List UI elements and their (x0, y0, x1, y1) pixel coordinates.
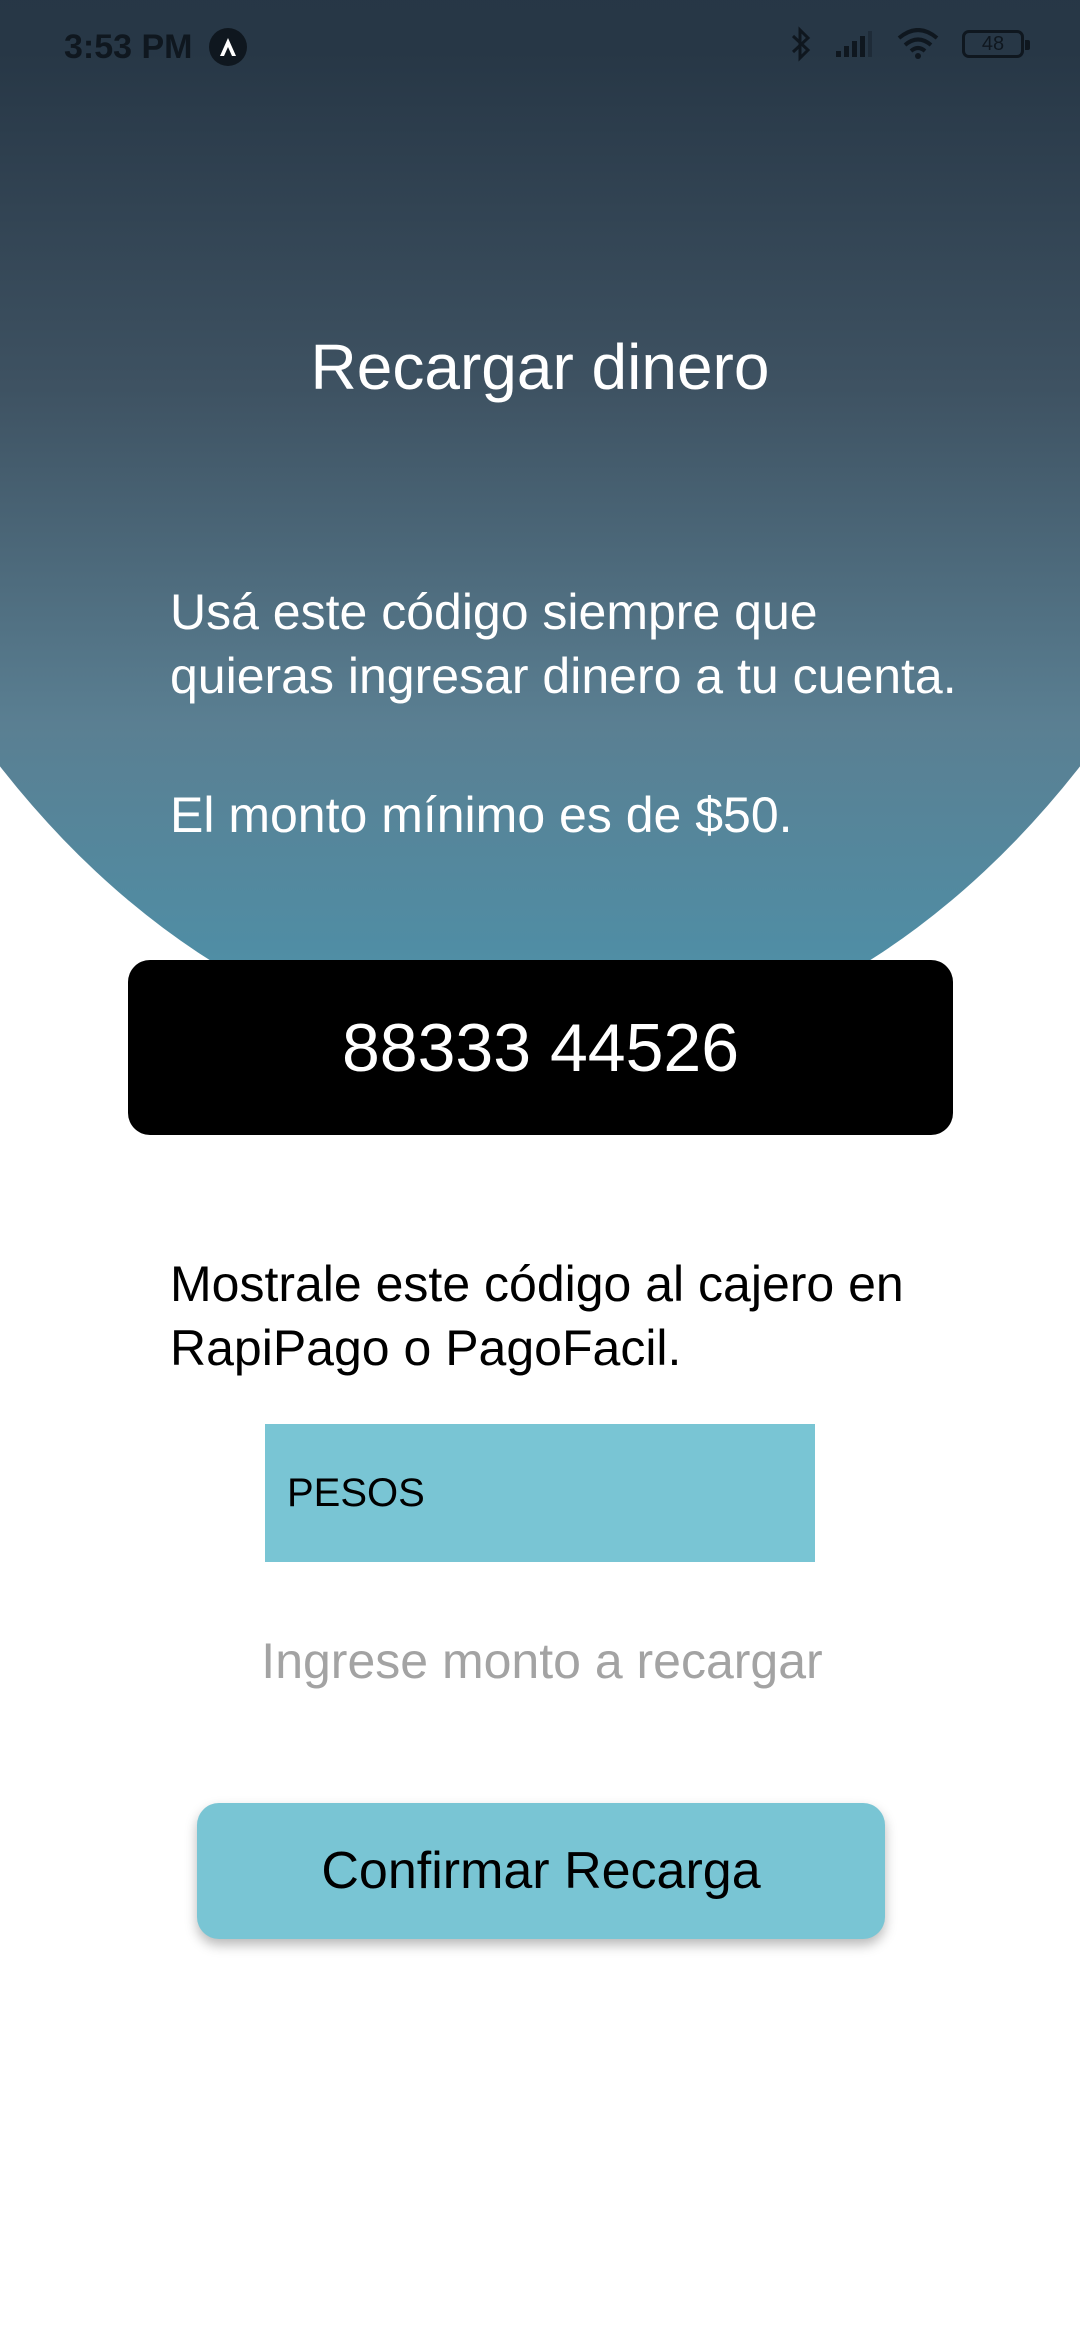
battery-icon: 48 (962, 30, 1030, 58)
intro-text: Usá este código siempre que quieras ingr… (170, 584, 957, 704)
bluetooth-icon (791, 26, 811, 62)
currency-select[interactable]: PESOS (265, 1424, 815, 1562)
currency-selected-value: PESOS (287, 1470, 425, 1515)
amount-input[interactable] (165, 1620, 919, 1702)
minimum-amount-text: El monto mínimo es de $50. (170, 787, 793, 843)
payment-code-box: 88333 44526 (128, 960, 953, 1135)
status-icons: 48 (790, 26, 1030, 62)
hero-background (0, 0, 1080, 1060)
payment-code: 88333 44526 (341, 1009, 740, 1086)
status-bar: 3:53 PM 48 (0, 0, 1080, 96)
wifi-icon (897, 28, 939, 59)
status-time: 3:53 PM (64, 28, 193, 66)
battery-level: 48 (981, 33, 1005, 55)
confirm-recharge-button[interactable]: Confirmar Recarga (197, 1803, 885, 1939)
signal-icon (836, 31, 872, 57)
app-notification-icon (209, 28, 247, 66)
instruction-text: Mostrale este código al cajero en RapiPa… (170, 1256, 904, 1376)
page-title: Recargar dinero (310, 331, 770, 403)
screen: 3:53 PM 48 Recargar dinero Usá este códi… (0, 0, 1080, 2340)
